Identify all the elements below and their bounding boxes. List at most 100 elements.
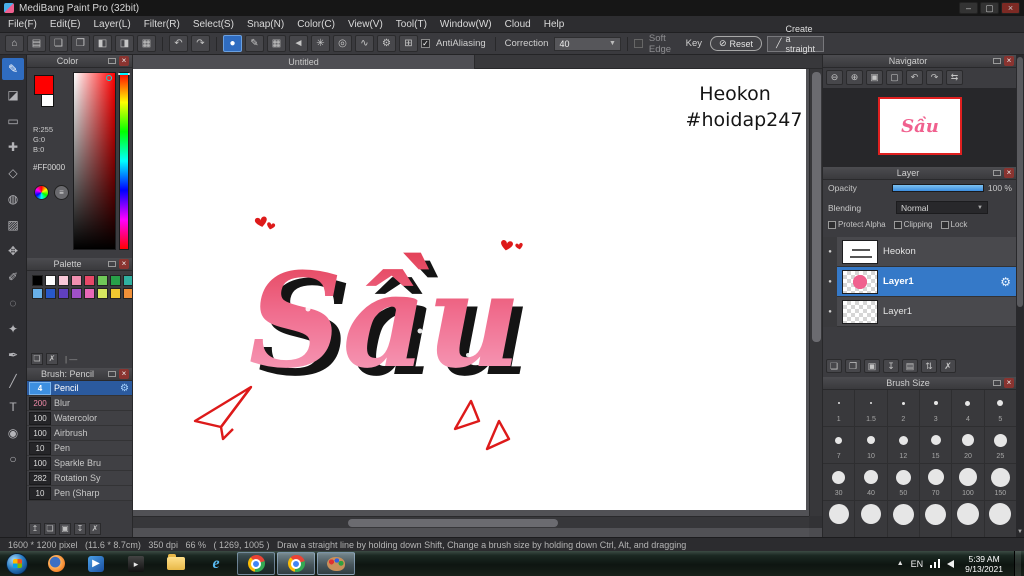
scrollbar-thumb[interactable] [812,72,821,342]
select-tool-icon[interactable]: ▭ [2,110,24,132]
pen-tool-icon[interactable]: ✒ [2,344,24,366]
menu-item-file[interactable]: File(F) [8,19,37,30]
new-layer-icon[interactable]: ❏ [826,359,842,373]
brush-size-option[interactable] [920,501,953,537]
merge-down-icon[interactable]: ↧ [883,359,899,373]
brush-size-option[interactable]: 5 [984,390,1017,427]
rotate-right-icon[interactable]: ↷ [926,70,943,85]
brush-control-icon[interactable]: ✎ [245,35,264,52]
volume-icon[interactable] [947,559,955,568]
menu-item-snap[interactable]: Snap(N) [247,19,284,30]
panel-left-icon[interactable]: ◧ [93,35,112,52]
bucket-tool-icon[interactable]: ◍ [2,188,24,210]
menu-item-view[interactable]: View(V) [348,19,383,30]
brush-list-item[interactable]: 10 Pen (Sharp [27,486,132,501]
eraser-tool-icon[interactable]: ◪ [2,84,24,106]
canvas-horizontal-scrollbar[interactable] [133,516,809,528]
blending-dropdown[interactable]: Normal ▼ [896,201,988,214]
menu-item-filter[interactable]: Filter(R) [144,19,180,30]
color-slider-icon[interactable]: ≡ [54,185,69,200]
lasso-tool-icon[interactable]: ◌ [2,292,24,314]
popout-icon[interactable] [108,58,116,64]
brush-size-option[interactable]: 1.5 [855,390,888,427]
selection-pen-icon[interactable]: ✐ [2,266,24,288]
palette-swatch[interactable] [32,275,43,286]
text-tool-icon[interactable]: T [2,396,24,418]
snap-add-icon[interactable]: ⊞ [399,35,418,52]
lock-checkbox[interactable]: Lock [940,220,967,229]
taskbar-media-button[interactable]: ▶ [77,552,115,575]
brush-list-item[interactable]: 100 Airbrush [27,426,132,441]
scrollbar-thumb[interactable] [348,519,558,527]
straight-line-button[interactable]: ╱ Create a straight line [767,24,824,64]
maximize-button[interactable]: ▢ [980,2,999,14]
menu-item-select[interactable]: Select(S) [193,19,234,30]
menu-item-window[interactable]: Window(W) [440,19,492,30]
brush-size-option[interactable]: 15 [919,427,953,464]
menu-item-tool[interactable]: Tool(T) [396,19,427,30]
popout-icon[interactable] [993,380,1001,386]
comment-icon[interactable]: ❐ [71,35,90,52]
zoom-tool-icon[interactable]: ○ [2,448,24,470]
popout-icon[interactable] [108,261,116,267]
delete-layer-icon[interactable]: ✗ [940,359,956,373]
hue-slider[interactable] [119,72,129,250]
saturation-value-picker[interactable] [73,72,116,250]
brush-size-option[interactable]: 20 [952,427,985,464]
hue-marker[interactable] [118,73,130,75]
layer-item-selected[interactable]: ● Layer1 ⚙ [823,266,1017,297]
eyedropper-tool-icon[interactable]: ◉ [2,422,24,444]
layer-visibility-icon[interactable]: ● [823,266,837,297]
brush-size-option[interactable]: 150 [984,464,1017,501]
soft-edge-checkbox[interactable] [633,39,643,48]
brush-size-option[interactable]: 70 [919,464,953,501]
magic-wand-icon[interactable]: ✦ [2,318,24,340]
palette-swatch[interactable] [97,275,108,286]
feedback-icon[interactable]: ❏ [49,35,68,52]
layer-visibility-icon[interactable]: ● [823,296,837,327]
menu-item-edit[interactable]: Edit(E) [50,19,81,30]
brush-size-option[interactable]: 12 [887,427,920,464]
document-tab[interactable]: Untitled [133,55,475,69]
layer-folder-icon[interactable]: ▣ [864,359,880,373]
brush-size-option[interactable]: 3 [919,390,953,427]
brush-settings-icon[interactable]: ⚙ [120,383,132,394]
layer-settings-icon[interactable]: ⚙ [1000,275,1011,289]
scrollbar-thumb[interactable] [1017,57,1023,307]
brush-size-option[interactable]: 40 [855,464,888,501]
flip-icon[interactable]: ⇆ [946,70,963,85]
redo-icon[interactable]: ↷ [191,35,210,52]
start-button[interactable] [6,552,28,575]
popout-icon[interactable] [993,170,1001,176]
close-icon[interactable]: × [119,56,129,66]
palette-swatch[interactable] [84,288,95,299]
close-icon[interactable]: × [119,259,129,269]
taskbar-chrome-button-2[interactable] [277,552,315,575]
close-icon[interactable]: × [1004,378,1014,388]
scroll-down-icon[interactable]: ▼ [1016,527,1024,537]
taskbar-explorer-button[interactable] [157,552,195,575]
popout-icon[interactable] [108,371,116,377]
sv-marker[interactable] [106,75,112,81]
canvas-page[interactable]: Sầu Sầu Heokon #hoidap247 [133,69,806,510]
download-brush-icon[interactable]: ↧ [74,523,86,535]
dock-icon[interactable]: ↥ [29,523,41,535]
layer-group-icon[interactable]: ▤ [902,359,918,373]
close-icon[interactable]: × [1004,168,1014,178]
grid-icon[interactable]: ▦ [267,35,286,52]
zoom-in-icon[interactable]: ⊕ [846,70,863,85]
taskbar-ie-button[interactable]: e [197,552,235,575]
reorder-layer-icon[interactable]: ⇅ [921,359,937,373]
fit-window-icon[interactable]: ▢ [886,70,903,85]
duplicate-layer-icon[interactable]: ❐ [845,359,861,373]
transform-tool-icon[interactable]: ◇ [2,162,24,184]
taskbar-medibang-button[interactable] [317,552,355,575]
brush-size-option[interactable] [985,501,1017,537]
brush-list-item[interactable]: 282 Rotation Sy [27,471,132,486]
minimize-button[interactable]: – [959,2,978,14]
layer-item[interactable]: ● Layer1 [823,296,1017,327]
opacity-slider[interactable] [891,184,984,192]
popout-icon[interactable] [993,58,1001,64]
brush-list-item[interactable]: 200 Blur [27,396,132,411]
palette-swatch[interactable] [58,288,69,299]
